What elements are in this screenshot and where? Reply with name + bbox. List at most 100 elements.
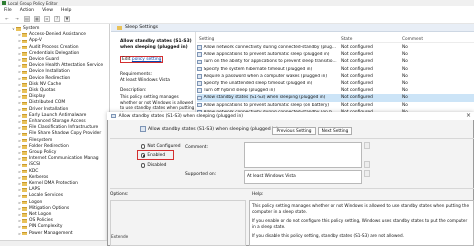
policy-icon — [197, 66, 202, 72]
properties-icon[interactable]: ▦ — [34, 15, 40, 22]
policy-setting-cell: Allow standby states (S1-S3) when sleepi… — [197, 95, 337, 100]
folder-icon — [22, 225, 27, 230]
forward-arrow-icon[interactable]: → — [14, 16, 20, 22]
edit-policy-link[interactable]: Edit policy setting — [120, 56, 164, 63]
comment-scroll-up[interactable] — [364, 142, 370, 149]
next-setting-button[interactable]: Next Setting — [318, 127, 352, 135]
folder-icon — [22, 169, 27, 174]
policy-setting-name: Allow network connectivity during connec… — [203, 45, 336, 51]
policy-comment: No — [402, 59, 408, 65]
policy-list-header: Setting State Comment — [197, 37, 474, 43]
tab-extended[interactable]: Extende — [111, 234, 151, 240]
tree-item[interactable]: > Power Management — [0, 231, 73, 237]
policy-setting-name: Specify the system hibernate timeout (pl… — [203, 66, 313, 72]
requirements-label: Requirements: — [120, 72, 153, 77]
radio-not-configured-label: Not Configured — [147, 144, 181, 149]
policy-setting-cell: Turn off hybrid sleep (plugged in) — [197, 88, 337, 93]
folder-icon — [22, 52, 27, 56]
policy-row[interactable]: Allow standby states (S1-S3) when sleepi… — [197, 94, 474, 102]
help-label: Help: — [252, 192, 264, 197]
radio-enabled-label: Enabled — [147, 153, 166, 158]
folder-icon — [22, 219, 27, 224]
policy-comment: No — [402, 88, 408, 94]
folder-icon — [22, 188, 27, 193]
menu-file[interactable]: File — [4, 8, 12, 13]
folder-icon — [22, 200, 27, 205]
policy-row[interactable]: Turn on the ability for applications to … — [197, 58, 474, 65]
policy-row[interactable]: Allow applications to prevent automatic … — [197, 51, 474, 58]
policy-comment: No — [402, 45, 408, 51]
edit-policy-link-text[interactable]: policy setting — [132, 57, 162, 62]
close-icon[interactable]: × — [466, 112, 471, 119]
policy-row[interactable]: Turn off hybrid sleep (plugged in) Not co… — [197, 87, 474, 94]
folder-icon — [22, 120, 27, 124]
folder-header: Sleep Settings — [111, 24, 474, 32]
policy-setting-name: Specify the unattended sleep timeout (pl… — [203, 81, 313, 87]
policy-row[interactable]: Require a password when a computer wakes… — [197, 73, 474, 80]
policy-icon — [197, 45, 202, 50]
folder-name: Sleep Settings — [125, 25, 159, 30]
filter-icon[interactable]: ▼ — [64, 15, 70, 22]
supported-scroll-up[interactable] — [364, 170, 370, 177]
column-comment[interactable]: Comment — [397, 37, 437, 42]
column-state[interactable]: State — [337, 37, 397, 42]
policy-icon — [197, 81, 202, 86]
policy-setting-cell: Allow network connectivity during connec… — [197, 45, 337, 50]
radio-disabled-circle[interactable] — [141, 163, 146, 168]
comment-scroll-down[interactable] — [364, 161, 370, 168]
supported-on-value: At least Windows Vista — [247, 174, 296, 179]
menu-bar: File Action View Help — [0, 6, 474, 14]
folder-icon — [22, 64, 27, 69]
show-hide-tree-icon[interactable]: ▤ — [24, 15, 30, 22]
policy-row[interactable]: Allow network connectivity during connec… — [197, 44, 474, 51]
export-list-icon[interactable]: ▫ — [44, 15, 50, 22]
gpedit-app-icon — [2, 1, 6, 5]
policy-state: Not configured — [341, 73, 373, 79]
radio-enabled[interactable]: Enabled — [141, 153, 165, 158]
menu-view[interactable]: View — [42, 8, 53, 13]
folder-icon — [22, 33, 27, 38]
folder-icon — [22, 151, 27, 155]
options-label: Options: — [110, 192, 129, 197]
radio-disabled-label: Disabled — [147, 163, 167, 168]
folder-icon — [22, 95, 27, 100]
policy-comment: No — [402, 102, 408, 108]
help-paragraph-2: If you enable or do not configure this p… — [252, 218, 468, 229]
policy-icon — [111, 113, 116, 119]
policy-row[interactable]: Specify the system hibernate timeout (pl… — [197, 66, 474, 73]
policy-comment: No — [402, 66, 408, 72]
comment-label: Comment: — [185, 145, 208, 150]
radio-not-configured-circle[interactable] — [141, 144, 146, 149]
policy-icon — [197, 74, 202, 79]
policy-setting-name: Allow standby states (S1-S3) when sleepi… — [203, 95, 326, 101]
policy-row[interactable]: Allow applications to prevent automatic … — [197, 102, 474, 109]
comment-textbox[interactable] — [244, 142, 362, 168]
folder-icon — [22, 138, 27, 143]
radio-not-configured[interactable]: Not Configured — [141, 144, 181, 149]
column-setting[interactable]: Setting — [197, 37, 337, 42]
policy-row[interactable]: Specify the unattended sleep timeout (pl… — [197, 80, 474, 87]
folder-icon — [22, 70, 27, 75]
policy-icon — [197, 59, 202, 65]
dialog-separator-2 — [110, 188, 474, 189]
folder-icon — [22, 45, 27, 50]
policy-state: Not configured — [341, 52, 373, 58]
edit-prefix: Edit — [122, 57, 132, 62]
back-arrow-icon[interactable]: ← — [4, 16, 10, 22]
folder-icon — [22, 182, 27, 186]
help-icon[interactable]: ? — [54, 15, 60, 22]
dialog-separator — [110, 138, 474, 139]
radio-disabled[interactable]: Disabled — [141, 163, 166, 168]
menu-action[interactable]: Action — [20, 8, 34, 13]
folder-icon — [22, 163, 27, 168]
policy-state: Not configured — [341, 88, 373, 94]
dialog-policy-name: Allow standby states (S1-S3) when sleepi… — [148, 127, 279, 132]
policy-state: Not configured — [341, 66, 373, 72]
previous-setting-button[interactable]: Previous Setting — [272, 127, 316, 135]
policy-setting-cell: Turn on the ability for applications to … — [197, 59, 337, 64]
radio-enabled-circle[interactable] — [141, 153, 146, 158]
policy-state: Not configured — [341, 45, 373, 51]
folder-icon — [22, 39, 27, 44]
menu-help[interactable]: Help — [61, 8, 71, 13]
expand-chevron-icon[interactable]: > — [18, 231, 21, 237]
